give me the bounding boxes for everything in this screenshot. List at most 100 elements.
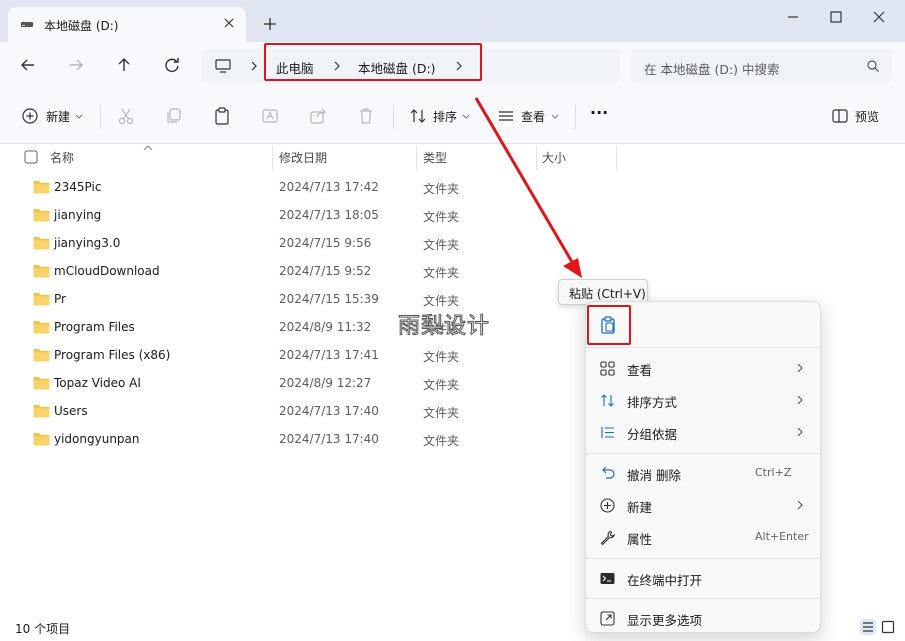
menu-item-undo-delete[interactable]: 撤消 删除 Ctrl+Z [586, 457, 822, 489]
delete-icon[interactable] [356, 106, 376, 126]
forward-icon[interactable] [64, 53, 88, 77]
menu-item-group-by[interactable]: 分组依据 [586, 416, 822, 448]
refresh-icon[interactable] [160, 53, 184, 77]
new-icon [600, 498, 615, 513]
file-date: 2024/7/13 17:40 [279, 432, 379, 446]
tiles-view-icon[interactable] [880, 619, 896, 635]
toolbar-divider [575, 105, 576, 129]
file-type: 文件夹 [423, 378, 460, 392]
more-options-icon [600, 611, 615, 626]
new-plus-icon[interactable] [20, 106, 40, 126]
drive-icon [21, 22, 33, 27]
file-name: 2345Pic [54, 180, 102, 194]
terminal-icon [600, 573, 615, 584]
view-icon[interactable] [496, 106, 516, 126]
preview-pane-icon[interactable] [830, 106, 850, 126]
rename-icon[interactable] [260, 106, 280, 126]
file-row[interactable]: yidongyunpan 2024/7/13 17:40 文件夹 [0, 426, 560, 454]
chevron-down-icon[interactable] [461, 106, 471, 126]
paste-icon[interactable] [212, 106, 232, 126]
folder-icon [33, 293, 50, 306]
new-tab-icon[interactable] [260, 14, 280, 34]
file-date: 2024/8/9 11:32 [279, 320, 372, 334]
sort-icon [601, 394, 614, 407]
close-icon[interactable] [861, 6, 897, 28]
menu-item-label: 在终端中打开 [627, 573, 703, 588]
file-row[interactable]: jianying 2024/7/13 18:05 文件夹 [0, 202, 560, 230]
select-all-checkbox[interactable] [24, 150, 38, 164]
chevron-right-icon[interactable] [249, 60, 259, 72]
column-header-size[interactable]: 大小 [542, 149, 566, 166]
minimize-icon[interactable] [775, 6, 811, 28]
column-header-date[interactable]: 修改日期 [279, 149, 327, 166]
chevron-right-icon [797, 363, 803, 373]
menu-item-new[interactable]: 新建 [586, 489, 822, 521]
chevron-down-icon[interactable] [550, 106, 560, 126]
wrench-icon [600, 530, 616, 546]
up-icon[interactable] [112, 53, 136, 77]
context-menu: 查看 排序方式 分组依据 撤消 删除 Ctrl+Z 新建 属性 Alt+Ente… [585, 301, 822, 634]
file-row[interactable]: Topaz Video AI 2024/8/9 12:27 文件夹 [0, 370, 560, 398]
search-box[interactable]: 在 本地磁盘 (D:) 中搜索 [630, 49, 892, 83]
file-name: mCloudDownload [54, 264, 160, 278]
file-row[interactable]: Users 2024/7/13 17:40 文件夹 [0, 398, 560, 426]
menu-item-open-in-terminal[interactable]: 在终端中打开 [586, 562, 822, 594]
file-name: yidongyunpan [54, 432, 140, 446]
menu-item-shortcut: Alt+Enter [755, 530, 809, 543]
file-row[interactable]: mCloudDownload 2024/7/15 9:52 文件夹 [0, 258, 560, 286]
menu-item-label: 新建 [627, 500, 653, 515]
menu-item-properties[interactable]: 属性 Alt+Enter [586, 521, 822, 553]
column-header-type[interactable]: 类型 [423, 149, 447, 166]
chevron-down-icon[interactable] [74, 106, 84, 126]
menu-item-label: 属性 [627, 532, 653, 547]
menu-divider [586, 453, 822, 454]
menu-item-view[interactable]: 查看 [586, 352, 822, 384]
column-divider[interactable] [616, 146, 617, 170]
copy-icon[interactable] [164, 106, 184, 126]
undo-icon [602, 466, 615, 479]
share-icon[interactable] [308, 106, 328, 126]
maximize-icon[interactable] [818, 6, 854, 28]
menu-item-shortcut: Ctrl+Z [755, 466, 792, 479]
folder-icon [33, 321, 50, 334]
column-divider[interactable] [536, 146, 537, 170]
file-date: 2024/7/15 9:56 [279, 236, 372, 250]
preview-button[interactable]: 预览 [855, 108, 879, 125]
command-bar: 新建 排序 查看 ··· 预览 [0, 88, 905, 144]
file-row[interactable]: 2345Pic 2024/7/13 17:42 文件夹 [0, 174, 560, 202]
chevron-right-icon [797, 427, 803, 437]
new-button[interactable]: 新建 [46, 108, 70, 125]
file-name: Program Files [54, 320, 135, 334]
file-name: jianying3.0 [54, 236, 121, 250]
sort-button[interactable]: 排序 [433, 108, 457, 125]
file-name: jianying [54, 208, 102, 222]
file-row[interactable]: jianying3.0 2024/7/15 9:56 文件夹 [0, 230, 560, 258]
view-button[interactable]: 查看 [521, 108, 545, 125]
breadcrumb-highlight-box [264, 43, 482, 81]
close-tab-icon[interactable] [220, 14, 238, 32]
file-date: 2024/7/13 17:42 [279, 180, 379, 194]
cut-icon[interactable] [116, 106, 136, 126]
file-type: 文件夹 [423, 406, 460, 420]
menu-item-show-more-options[interactable]: 显示更多选项 [586, 602, 822, 634]
more-options-button[interactable]: ··· [590, 103, 608, 122]
folder-icon [33, 349, 50, 362]
column-divider[interactable] [272, 146, 273, 170]
file-row[interactable]: Program Files (x86) 2024/7/13 17:41 文件夹 [0, 342, 560, 370]
back-icon[interactable] [16, 53, 40, 77]
file-type: 文件夹 [423, 266, 460, 280]
sort-icon[interactable] [408, 106, 428, 126]
chevron-right-icon [797, 395, 803, 405]
menu-item-label: 分组依据 [627, 427, 678, 442]
menu-divider [586, 558, 822, 559]
search-icon[interactable] [866, 59, 880, 73]
menu-item-sort-by[interactable]: 排序方式 [586, 384, 822, 416]
sort-ascending-icon [143, 145, 153, 151]
file-date: 2024/7/13 18:05 [279, 208, 379, 222]
details-view-icon[interactable] [860, 619, 876, 635]
column-divider[interactable] [416, 146, 417, 170]
column-header-name[interactable]: 名称 [50, 149, 74, 166]
file-name: Users [54, 404, 88, 418]
folder-icon [33, 433, 50, 446]
tab-active[interactable]: 本地磁盘 (D:) [8, 7, 246, 42]
